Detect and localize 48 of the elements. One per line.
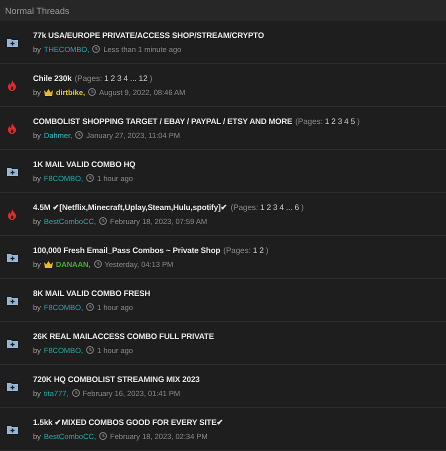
clock-icon [72,389,80,397]
section-title: Normal Threads [5,6,70,16]
thread-title[interactable]: 1.5kk ✔MIXED COMBOS GOOD FOR EVERY SITE✔ [33,418,224,426]
page-link[interactable]: 5 [350,116,356,126]
page-link[interactable]: 4 [344,116,349,126]
pages-label: (Pages: [295,116,323,126]
thread-title[interactable]: Chile 230k [33,74,72,82]
clock-icon [75,131,84,139]
clock-icon [86,346,94,354]
page-link[interactable]: 3 [338,116,342,126]
page-link[interactable]: 3 [273,202,278,212]
thread-title[interactable]: 720K HQ COMBOLIST STREAMING MIX 2023 [33,374,200,384]
page-link[interactable]: 2 [259,246,264,254]
clock-icon [86,174,94,182]
clock-icon [99,217,108,225]
pages-label: (Pages: [230,202,258,212]
page-link[interactable]: 1 [260,202,265,212]
pages-close: ) [150,74,152,82]
clock-icon [86,303,94,311]
pages-label: (Pages: [74,74,102,82]
pages-close: ) [266,246,268,254]
page-link[interactable]: 1 [104,74,109,82]
page-link[interactable]: 4 [280,202,284,212]
thread-title[interactable]: COMBOLIST SHOPPING TARGET / EBAY / PAYPAL / ETSY AND MORE [33,116,292,126]
page-link[interactable]: 2 [266,202,272,212]
page-link[interactable]: 2 [110,74,116,82]
page-link[interactable]: 3 [117,74,122,82]
page-link[interactable]: 1 [324,116,330,126]
page-link[interactable]: ... [130,74,137,82]
page-link[interactable]: 2 [331,116,336,126]
thread-title[interactable]: 100,000 Fresh Email_Pass Combos ~ Private Shop [33,246,220,254]
thread-title[interactable]: 8K MAIL VALID COMBO FRESH [33,288,150,298]
clock-icon [99,432,108,440]
clock-icon [92,45,100,53]
page-link[interactable]: 6 [294,202,300,212]
clock-icon [94,260,102,268]
pages-label: (Pages: [223,246,251,254]
pages-close: ) [301,202,304,212]
thread-title[interactable]: 26K REAL MAILACCESS COMBO FULL PRIVATE [33,332,214,340]
page-link[interactable]: 4 [124,74,128,82]
pages-close: ) [357,116,360,126]
page-link[interactable]: 1 [252,246,258,254]
thread-title[interactable]: 4.5M ✔[Netflix,Minecraft,Uplay,Steam,Hulu,spotify]✔ [33,202,228,212]
page-link[interactable]: ... [286,202,293,212]
thread-title[interactable]: 1K MAIL VALID COMBO HQ [33,160,136,168]
clock-icon [88,88,96,96]
page-link[interactable]: 12 [138,74,148,82]
thread-title[interactable]: 77k USA/EUROPE PRIVATE/ACCESS SHOP/STREAM/CRYPTO [33,30,264,40]
